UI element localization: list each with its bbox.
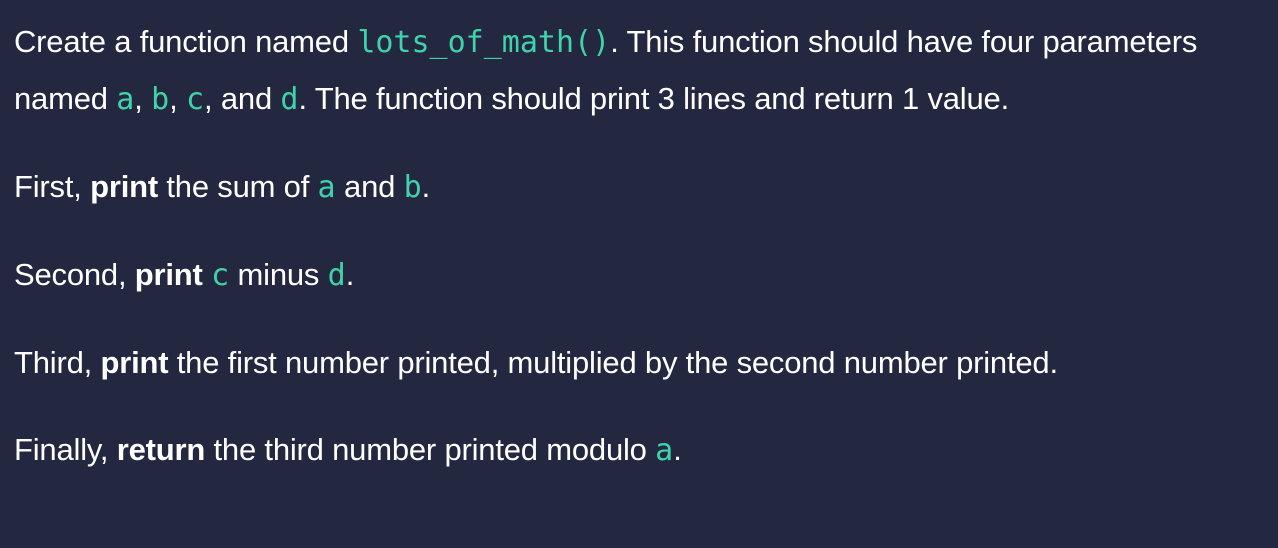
intro-text: , bbox=[134, 81, 152, 116]
step-text: . bbox=[345, 257, 355, 292]
bold-keyword: print bbox=[134, 257, 203, 292]
param-b-code: b bbox=[151, 82, 170, 117]
step-text: Third, bbox=[14, 345, 101, 380]
param-c-code: c bbox=[185, 82, 205, 117]
param-d-code: d bbox=[280, 82, 299, 117]
bold-keyword: print bbox=[100, 345, 169, 380]
step-second-paragraph: Second, print c minus d. bbox=[14, 247, 1264, 304]
step-text bbox=[203, 257, 211, 292]
step-text: the first number printed, multiplied by … bbox=[168, 345, 1058, 380]
param-a-code: a bbox=[116, 82, 135, 117]
step-text: First, bbox=[14, 169, 91, 204]
bold-keyword: return bbox=[116, 432, 206, 467]
step-text: Finally, bbox=[14, 432, 117, 467]
param-a-code: a bbox=[317, 170, 336, 205]
intro-text: , and bbox=[204, 81, 281, 116]
step-text: minus bbox=[229, 257, 328, 292]
step-text: the third number printed modulo bbox=[205, 432, 656, 467]
intro-paragraph: Create a function named lots_of_math() . … bbox=[14, 0, 1264, 128]
step-text: . bbox=[673, 432, 682, 467]
param-a-code: a bbox=[655, 433, 674, 468]
step-final-paragraph: Finally, return the third number printed… bbox=[14, 422, 1264, 479]
param-b-code: b bbox=[403, 170, 422, 205]
instructions-panel: Create a function named lots_of_math() . … bbox=[0, 0, 1278, 548]
step-third-paragraph: Third, print the first number printed, m… bbox=[14, 335, 1264, 391]
step-text: the sum of bbox=[157, 169, 318, 204]
intro-text: . The function should print 3 lines and … bbox=[298, 81, 1009, 116]
intro-text: Create a function named bbox=[14, 24, 358, 59]
intro-text: , bbox=[169, 81, 186, 116]
step-first-paragraph: First, print the sum of a and b. bbox=[14, 159, 1264, 216]
step-text: . bbox=[421, 169, 431, 204]
step-text: Second, bbox=[14, 257, 135, 292]
param-c-code: c bbox=[211, 258, 230, 293]
bold-keyword: print bbox=[90, 169, 158, 204]
function-name-code: lots_of_math() bbox=[357, 25, 611, 60]
param-d-code: d bbox=[327, 258, 346, 293]
step-text: and bbox=[335, 169, 404, 204]
